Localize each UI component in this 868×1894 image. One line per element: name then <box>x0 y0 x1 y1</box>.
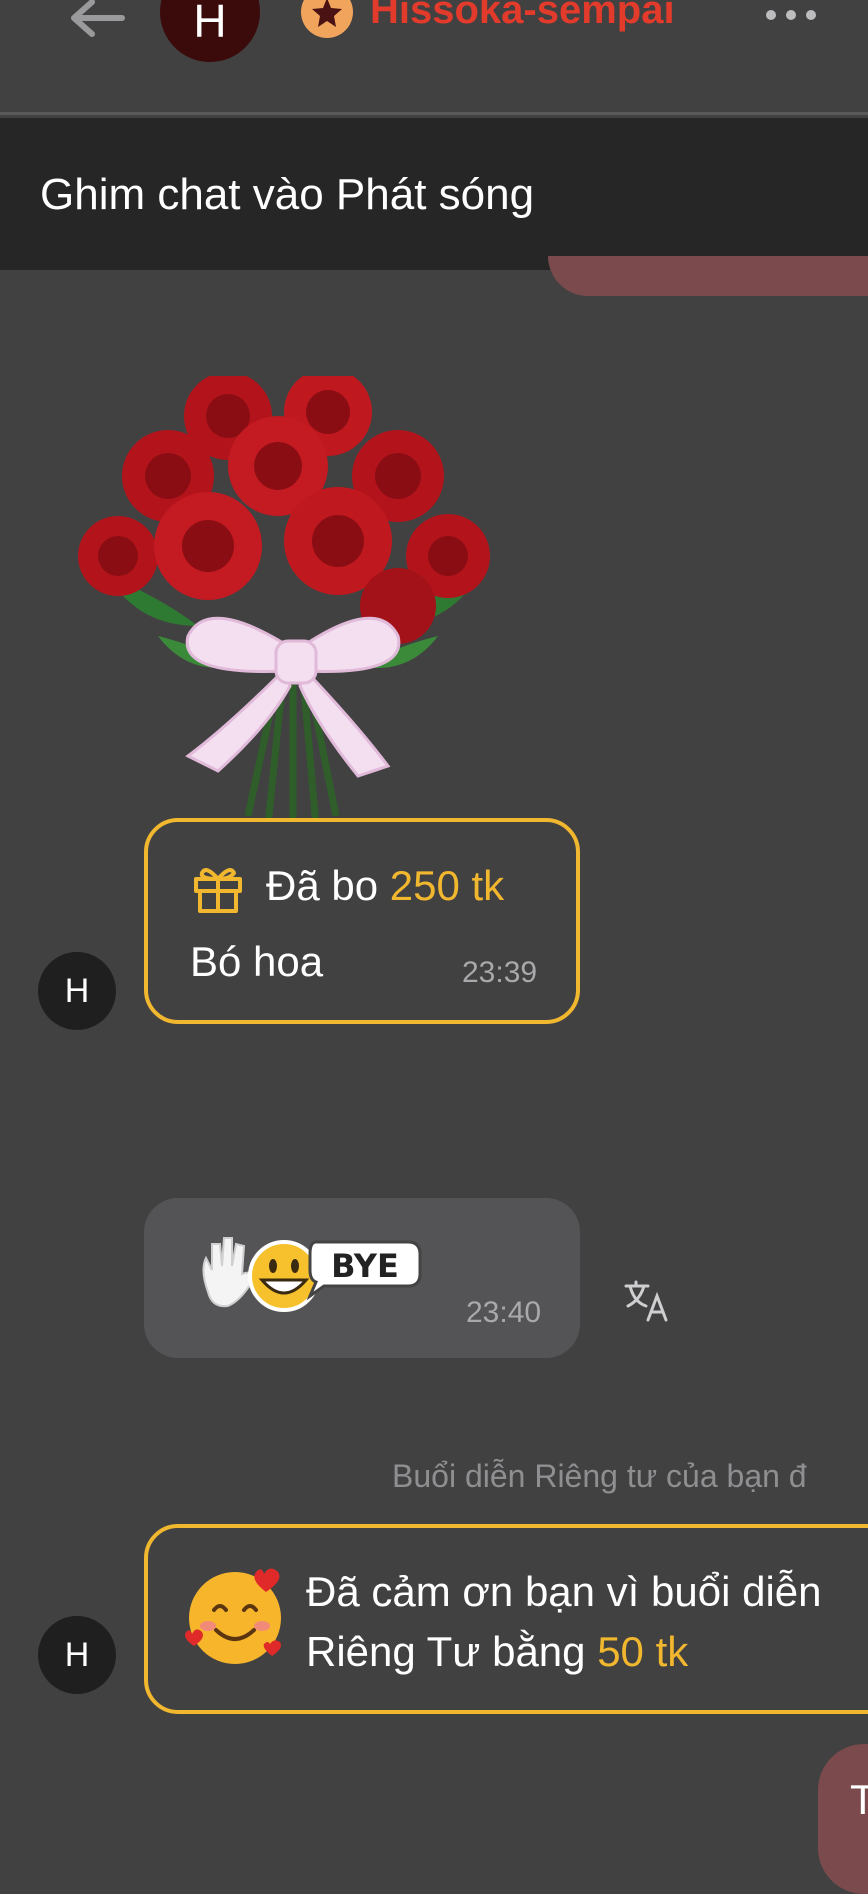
header-avatar-initial: H <box>193 0 227 47</box>
top-bar-divider <box>0 112 868 115</box>
sender-avatar-initial: H <box>64 1635 90 1674</box>
more-icon[interactable] <box>764 8 818 22</box>
gift-icon <box>194 868 242 913</box>
thanks-line-1: Đã cảm ơn bạn vì buổi diễn <box>306 1568 822 1615</box>
thanks-line-2: Riêng Tư bằng 50 tk <box>306 1628 688 1676</box>
waving-bye-sticker: BYE <box>202 1237 422 1312</box>
back-arrow-icon[interactable] <box>66 0 126 44</box>
gift-name: Bó hoa <box>190 938 324 985</box>
gift-sent-prefix: Đã bo <box>266 862 379 909</box>
gift-sent-line: Đã bo 250 tk <box>266 862 504 910</box>
star-badge-icon <box>301 0 353 38</box>
sender-avatar-initial: H <box>64 971 90 1010</box>
message-timestamp: 23:40 <box>466 1296 542 1329</box>
thanks-amount: 50 tk <box>597 1628 689 1675</box>
rose-bouquet-sticker <box>78 376 490 831</box>
sender-avatar[interactable]: H <box>38 952 116 1030</box>
header-username[interactable]: Hissoka-sempai <box>370 0 675 33</box>
message-timestamp: 23:39 <box>462 956 538 989</box>
smiling-face-with-hearts-icon <box>185 1568 281 1664</box>
outgoing-message-bubble-partial <box>548 256 868 296</box>
system-notice: Buổi diễn Riêng tư của bạn đ <box>392 1458 807 1494</box>
thanks-line-2-prefix: Riêng Tư bằng <box>306 1628 586 1675</box>
outgoing-message-text: T <box>850 1776 868 1823</box>
sender-avatar[interactable]: H <box>38 1616 116 1694</box>
sticker-text: BYE <box>331 1247 399 1285</box>
gift-message-card[interactable] <box>144 818 580 1024</box>
gift-amount: 250 tk <box>389 862 505 909</box>
translate-icon[interactable] <box>624 1280 670 1322</box>
pin-chat-label[interactable]: Ghim chat vào Phát sóng <box>40 170 534 220</box>
